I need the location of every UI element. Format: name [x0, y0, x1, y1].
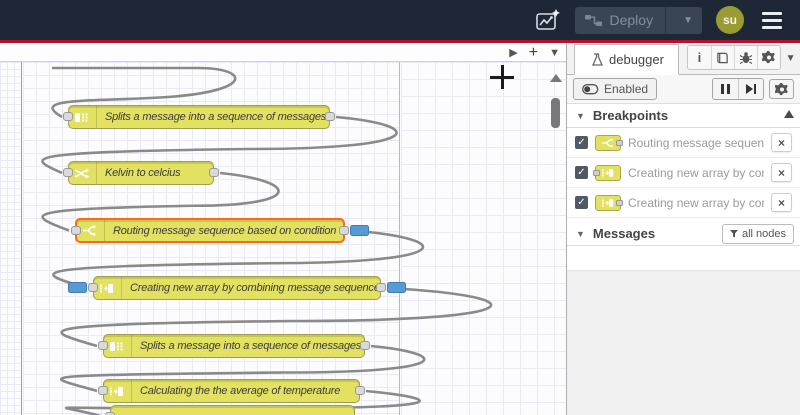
node-label: Calculating the the average of temperatu…: [140, 385, 341, 397]
chevron-down-icon: ▼: [576, 110, 585, 121]
left-port[interactable]: [98, 386, 108, 395]
debugger-toolbar: Enabled: [567, 75, 800, 104]
breakpoint-indicator[interactable]: [350, 224, 369, 236]
tab-debug-icon[interactable]: [734, 46, 758, 69]
flow-canvas[interactable]: ▶ + ▼ Splits a message into a sequence o…: [0, 43, 566, 415]
debugger-settings-button[interactable]: [769, 79, 794, 99]
flow-node-n3[interactable]: Routing message sequence based on condit…: [71, 218, 369, 243]
mini-join-node-icon: [595, 194, 623, 211]
right-port[interactable]: [360, 341, 370, 350]
main-menu-icon[interactable]: [758, 8, 786, 33]
node-red-editor: Deploy ▼ su ▶ + ▼ Splits a message into …: [0, 0, 800, 415]
deploy-options-caret-icon[interactable]: ▼: [674, 15, 702, 26]
join-node-icon: [94, 277, 122, 299]
left-port[interactable]: [88, 283, 98, 292]
breakpoint-label: Creating new array by combini: [628, 195, 764, 210]
node-label: Kelvin to celcius: [105, 167, 181, 179]
node-label: Creating new array by combining message …: [130, 282, 380, 294]
flow-tab-strip: ▶ + ▼: [0, 43, 566, 62]
right-port[interactable]: [355, 386, 365, 395]
debug-sidebar: debugger i ▼ Enabled ▼ Breakpoints ✓ Rou…: [566, 43, 800, 415]
node-label: Routing message sequence based on condit…: [113, 224, 337, 237]
pause-icon: [721, 84, 730, 94]
canvas-scroll-up-icon[interactable]: [550, 74, 562, 82]
breakpoint-label: Creating new array by combini: [628, 165, 764, 180]
step-icon: [746, 84, 756, 94]
step-button[interactable]: [738, 79, 763, 99]
filter-label: all nodes: [741, 228, 786, 240]
sidebar-tabs-caret-icon[interactable]: ▼: [781, 47, 800, 70]
flow-list-caret-icon[interactable]: ▼: [549, 47, 560, 59]
filter-funnel-icon: [729, 230, 738, 238]
add-flow-icon[interactable]: +: [529, 45, 538, 61]
node-label: Splits a message into a sequence of mess…: [105, 111, 329, 123]
sidebar-tab-bar: debugger i ▼: [567, 43, 800, 75]
message-filter-button[interactable]: all nodes: [721, 224, 794, 244]
user-avatar[interactable]: su: [716, 6, 744, 34]
split-node-icon: [69, 106, 97, 128]
breakpoint-row: ✓ Routing message sequence ba ×: [567, 128, 800, 158]
messages-empty-row: [567, 246, 800, 271]
breakpoint-checkbox[interactable]: ✓: [575, 136, 588, 149]
breakpoints-section-header[interactable]: ▼ Breakpoints: [567, 104, 800, 128]
flow-node-n1[interactable]: Splits a message into a sequence of mess…: [63, 105, 335, 129]
breakpoints-title: Breakpoints: [592, 108, 669, 123]
mouse-cursor-crosshair: [490, 65, 514, 89]
node-label: Splits a message into a sequence of mess…: [140, 340, 364, 352]
remove-breakpoint-button[interactable]: ×: [771, 193, 792, 212]
split-node-icon: [104, 335, 132, 357]
divider: [665, 6, 667, 34]
chevron-down-icon: ▼: [576, 228, 585, 239]
canvas-scrollbar-thumb[interactable]: [551, 98, 560, 128]
flask-icon: [592, 52, 603, 66]
enabled-label: Enabled: [604, 82, 649, 96]
right-port[interactable]: [376, 283, 386, 292]
messages-title: Messages: [592, 226, 656, 241]
deploy-button[interactable]: Deploy ▼: [574, 6, 702, 34]
breakpoint-label: Routing message sequence ba: [628, 135, 764, 150]
flow-node-n2[interactable]: Kelvin to celcius: [63, 161, 219, 185]
left-port[interactable]: [71, 225, 81, 235]
tab-info-icon[interactable]: i: [687, 46, 711, 69]
mini-switch-node-icon: [595, 134, 623, 151]
right-port[interactable]: [325, 112, 335, 121]
breakpoint-checkbox[interactable]: ✓: [575, 196, 588, 209]
breakpoint-row: ✓ Creating new array by combini ×: [567, 158, 800, 188]
sidebar-footer-area: [567, 271, 800, 415]
tab-debugger[interactable]: debugger: [574, 44, 679, 75]
header-bar: Deploy ▼ su: [0, 0, 800, 40]
breakpoint-checkbox[interactable]: ✓: [575, 166, 588, 179]
deploy-label: Deploy: [609, 12, 654, 28]
tab-debugger-label: debugger: [609, 52, 664, 67]
flow-node-n4[interactable]: Creating new array by combining message …: [68, 276, 406, 300]
scroll-tabs-right-icon[interactable]: ▶: [509, 47, 517, 59]
flow-node-n5[interactable]: Splits a message into a sequence of mess…: [98, 334, 370, 358]
tab-help-icon[interactable]: [710, 46, 734, 69]
workspace[interactable]: Splits a message into a sequence of mess…: [0, 62, 566, 415]
toggle-icon: [582, 83, 599, 94]
mini-join-node-icon: [593, 164, 621, 181]
flow-node-n7[interactable]: [105, 405, 355, 415]
left-port[interactable]: [63, 168, 73, 177]
breakpoint-row: ✓ Creating new array by combini ×: [567, 188, 800, 218]
tab-config-icon[interactable]: [757, 46, 781, 69]
deploy-icon: [584, 14, 602, 27]
change-node-icon: [69, 162, 97, 184]
join-node-icon: [104, 380, 132, 402]
left-port[interactable]: [98, 341, 108, 350]
remove-breakpoint-button[interactable]: ×: [771, 163, 792, 182]
breakpoint-indicator[interactable]: [387, 282, 406, 293]
list-scroll-up-icon[interactable]: [784, 110, 794, 118]
debugger-enabled-toggle[interactable]: Enabled: [573, 78, 658, 100]
messages-section-header[interactable]: ▼ Messages all nodes: [567, 222, 800, 246]
breakpoint-indicator[interactable]: [68, 282, 87, 293]
pause-button[interactable]: [713, 79, 738, 99]
switch-node-icon: [77, 220, 105, 241]
flow-node-n6[interactable]: Calculating the the average of temperatu…: [98, 379, 365, 403]
right-port[interactable]: [339, 225, 349, 235]
left-port[interactable]: [63, 112, 73, 121]
right-port[interactable]: [209, 168, 219, 177]
ai-sparkle-icon[interactable]: [535, 9, 561, 31]
remove-breakpoint-button[interactable]: ×: [771, 133, 792, 152]
